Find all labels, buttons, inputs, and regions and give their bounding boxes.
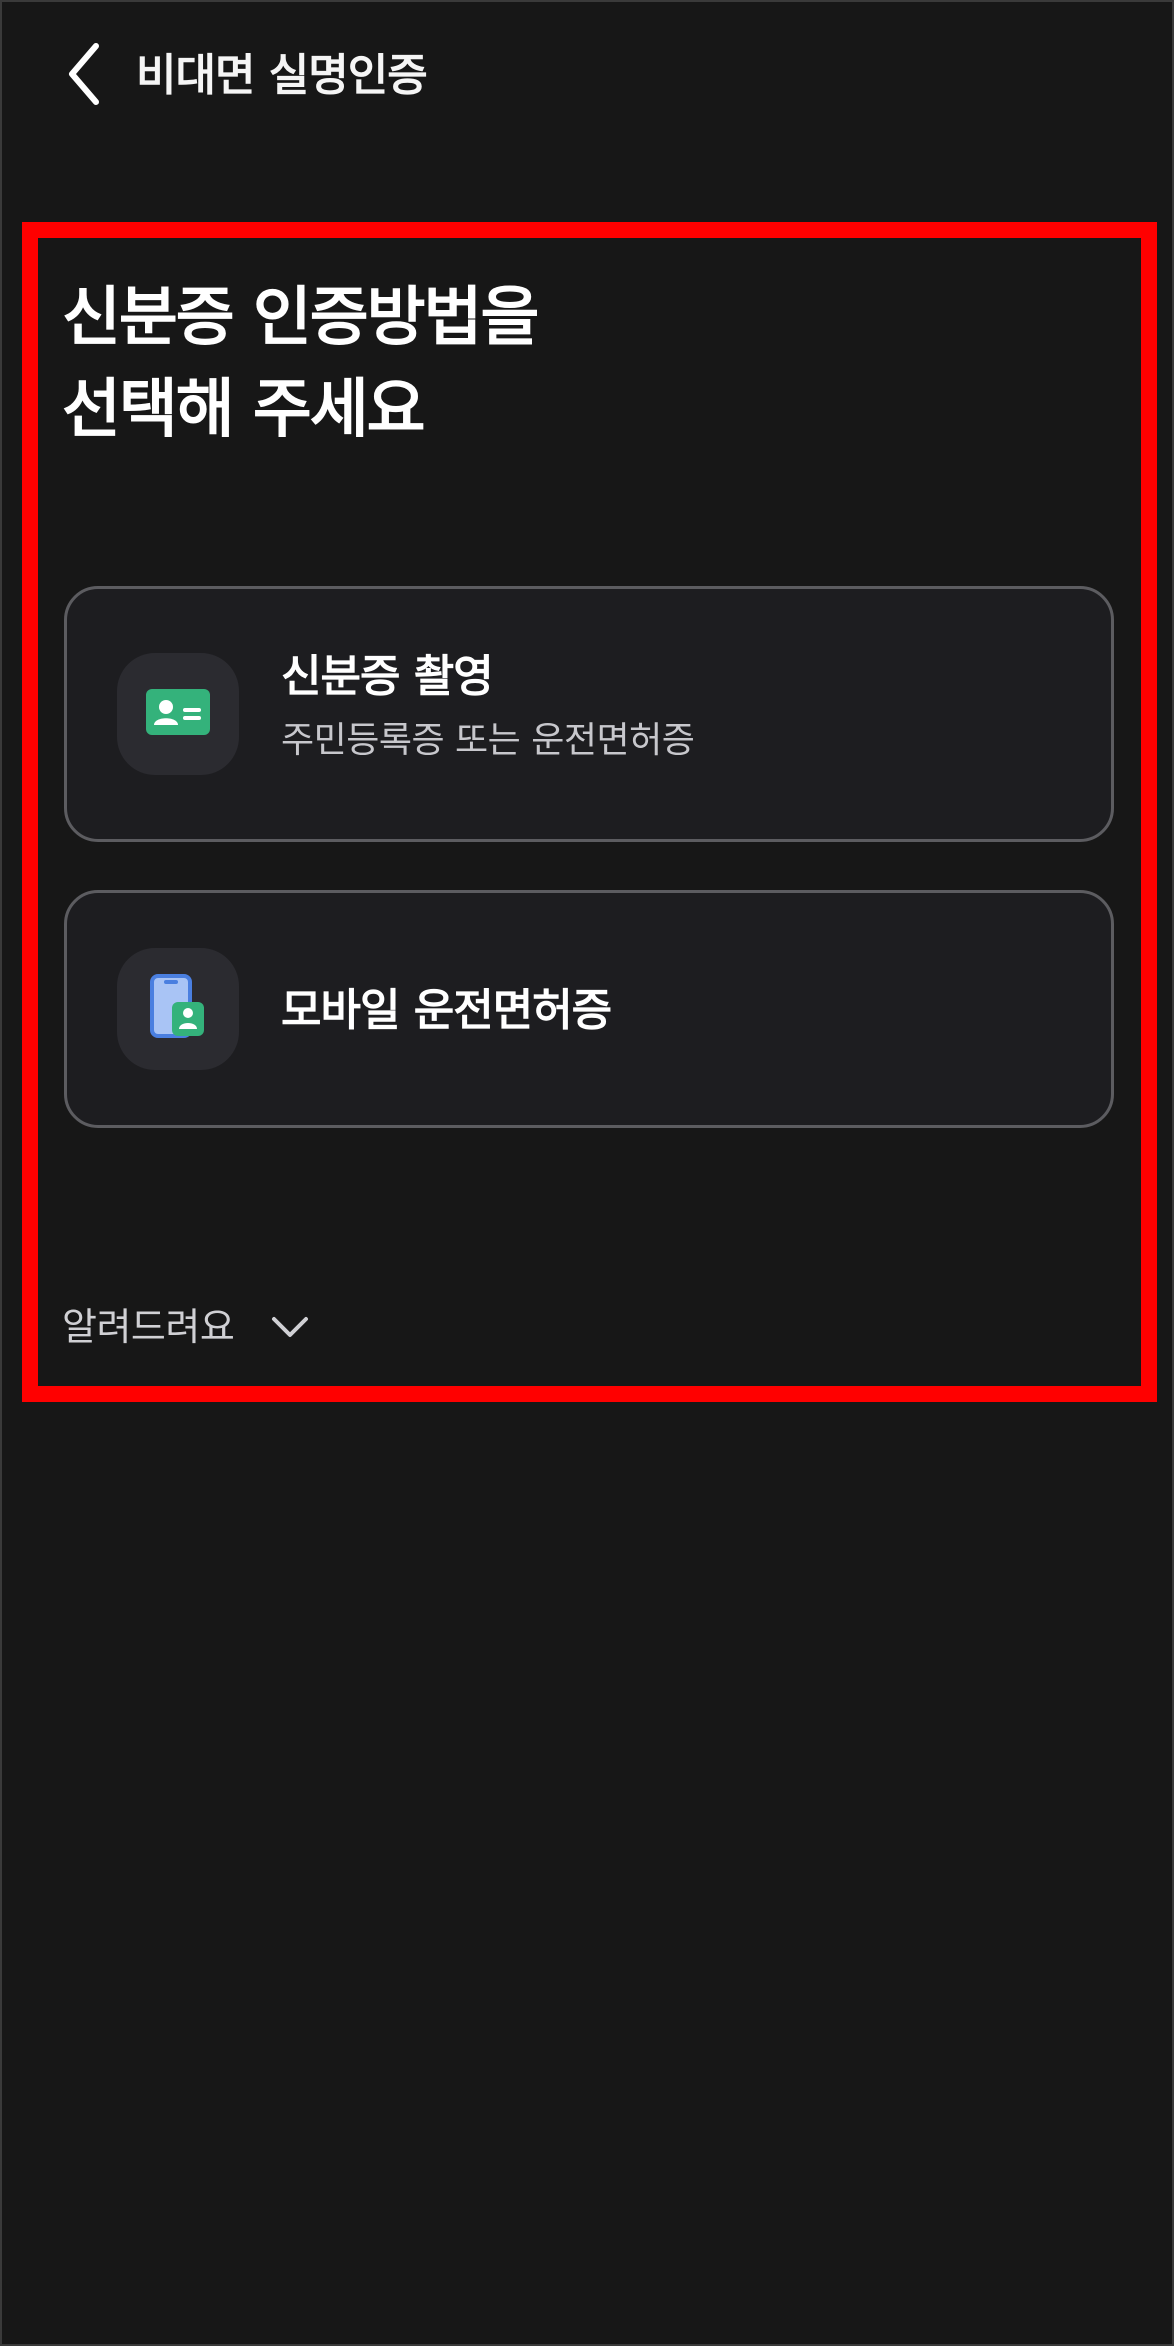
heading-line-1: 신분증 인증방법을: [62, 281, 539, 355]
notice-label: 알려드려요: [62, 1305, 235, 1349]
option-label: 신분증 촬영: [281, 651, 494, 702]
id-card-icon: [146, 689, 210, 739]
option-icon-box: [117, 653, 239, 775]
heading-line-2: 선택해 주세요: [62, 373, 426, 447]
option-card-id-photo[interactable]: 신분증 촬영 주민등록증 또는 운전면허증: [64, 586, 1114, 842]
notice-toggle[interactable]: 알려드려요: [62, 1302, 310, 1352]
chevron-down-icon: [270, 1307, 310, 1347]
option-icon-box: [117, 948, 239, 1070]
page-title: 비대면 실명인증: [136, 50, 428, 101]
header-bar: 비대면 실명인증: [2, 2, 1172, 152]
option-card-mobile-license[interactable]: 모바일 운전면허증: [64, 890, 1114, 1128]
option-label: 모바일 운전면허증: [281, 985, 612, 1036]
back-button[interactable]: [54, 38, 114, 114]
option-description: 주민등록증 또는 운전면허증: [281, 720, 695, 761]
chevron-left-icon: [66, 42, 102, 110]
mobile-license-icon: [150, 974, 206, 1044]
main-heading: 신분증 인증방법을 선택해 주세요: [62, 272, 539, 456]
